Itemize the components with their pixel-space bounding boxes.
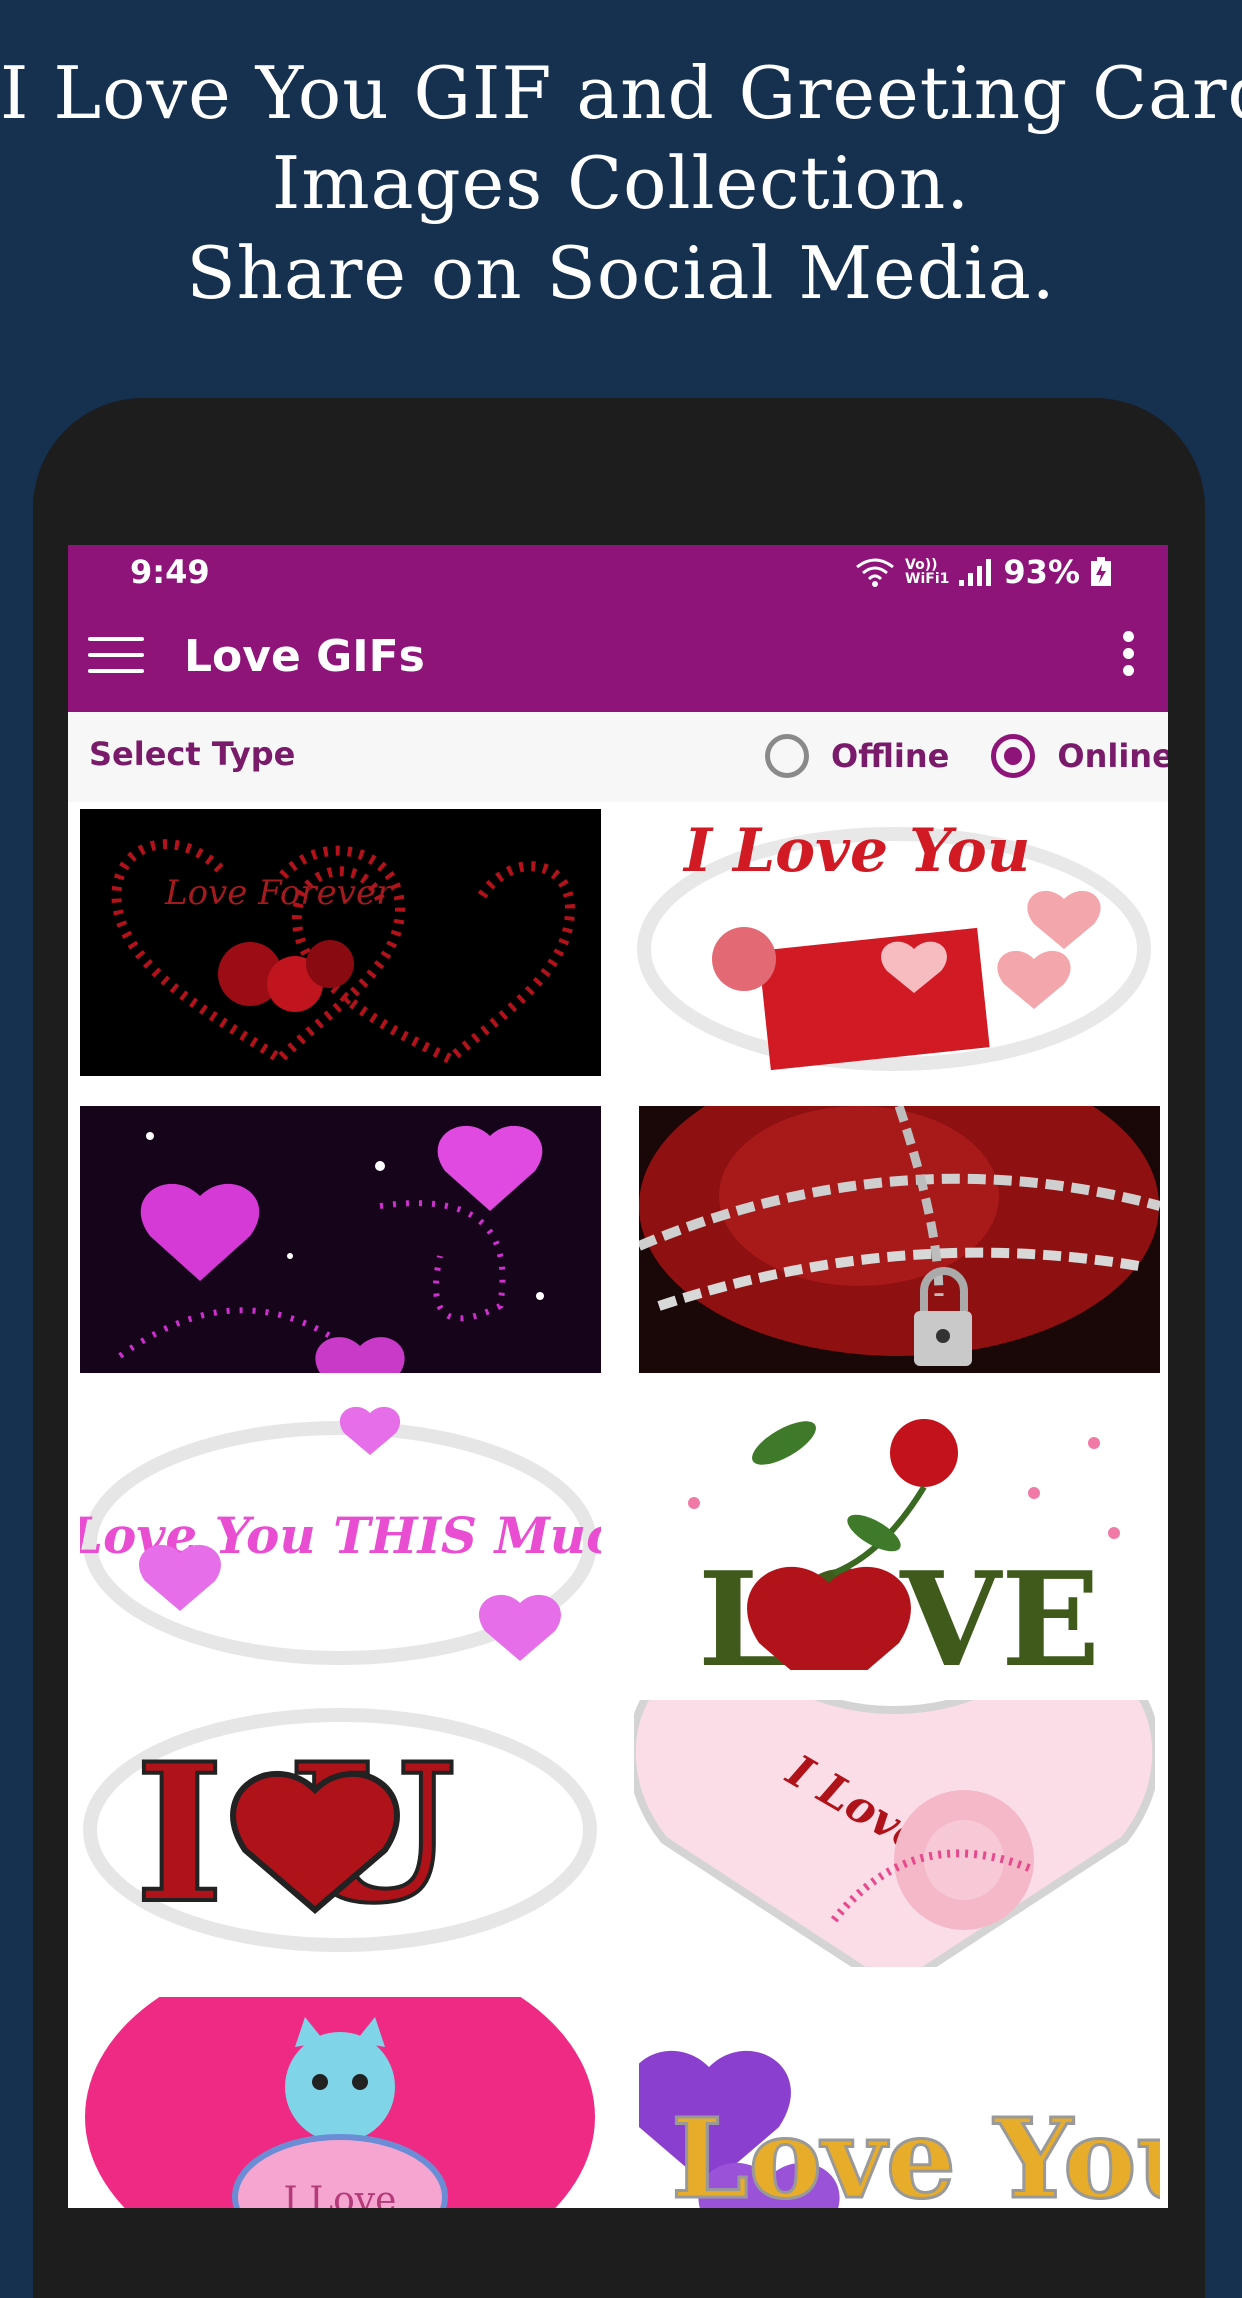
gif-tile-kitty-i-love[interactable]: I Love [80,1997,601,2208]
radio-online-label: Online [1057,737,1168,775]
gif-tile-love-forever[interactable]: Love Forever [80,809,601,1076]
app-title: Love GIFs [184,631,425,682]
gif-tile-love-rose[interactable]: LOVE [634,1403,1155,1670]
radio-offline-circle[interactable] [765,734,809,778]
status-icons: Vo)) WiFi1 93% [855,553,1112,591]
promo-line-1: I Love You GIF and Greeting Card [0,51,1242,135]
battery-percent: 93% [1003,553,1080,591]
more-options-icon[interactable] [1118,631,1138,681]
tile-1-text: Love Forever [164,873,394,913]
app-screen: 9:49 Vo)) WiFi1 93% Love GIFs Select Typ… [68,545,1168,2208]
gif-tile-i-love-you-box[interactable]: I Love You [634,809,1155,1076]
gif-tile-chained-heart[interactable] [639,1106,1160,1373]
select-type-bar: Select Type Offline Online [68,712,1168,802]
select-type-label: Select Type [89,735,296,773]
wifi-calling-label: WiFi1 [905,571,950,587]
gif-tile-love-you-this-much[interactable]: I Love You THIS Much [80,1403,601,1670]
tile-2-text: I Love You [682,816,1030,886]
radio-online-circle[interactable] [991,734,1036,778]
gif-tile-pink-sparkle-hearts[interactable] [80,1106,601,1373]
status-bar: 9:49 Vo)) WiFi1 93% [68,545,1168,601]
menu-icon[interactable] [88,637,144,673]
volte-label: Vo)) [905,557,938,573]
signal-icon [959,559,992,586]
status-time: 9:49 [130,553,210,591]
app-bar: Love GIFs [68,601,1168,712]
radio-online[interactable]: Online [991,734,1168,778]
volte-indicator: Vo)) WiFi1 [905,558,949,586]
radio-offline[interactable]: Offline [765,734,949,778]
tile-10-text: I Love You [639,2094,1160,2208]
gif-tile-glitter-i-love-you[interactable]: I Love You [639,1997,1160,2208]
type-radio-group: Offline Online [765,734,1168,778]
gif-tile-love-you-heart-rose[interactable]: I Love You [634,1700,1155,1967]
gif-tile-i-heart-u[interactable]: I U [80,1700,601,1967]
promo-line-2: Images Collection. [271,141,971,225]
radio-offline-label: Offline [831,737,950,775]
promo-line-3: Share on Social Media. [186,231,1056,315]
promo-headline: I Love You GIF and Greeting Card Images … [0,48,1242,318]
wifi-icon [856,558,894,587]
tile-9-text: I Love [284,2180,397,2208]
battery-charging-icon [1091,557,1111,586]
